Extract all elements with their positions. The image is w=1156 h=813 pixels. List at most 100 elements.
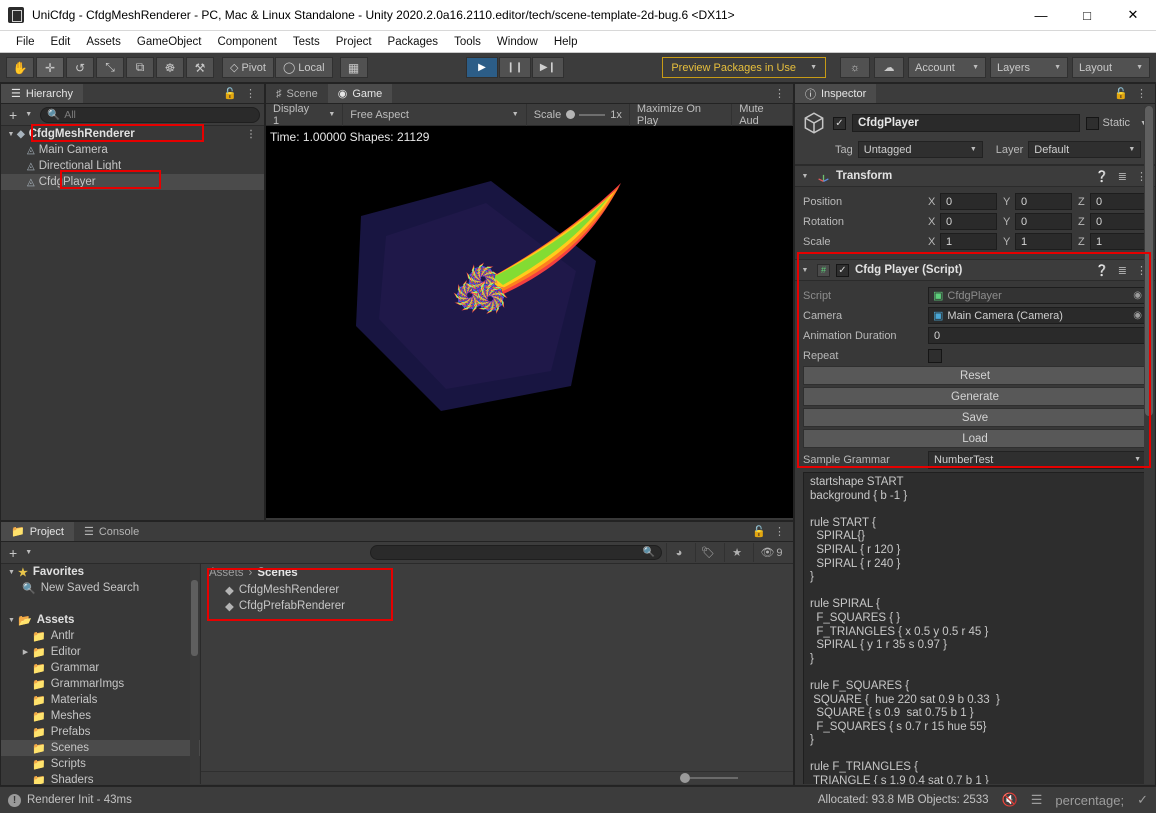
project-tree-scripts[interactable]: 📁 Scripts <box>1 756 200 772</box>
position-z[interactable]: Z0 <box>1078 193 1147 210</box>
rotate-tool-icon[interactable]: ↺ <box>66 57 94 78</box>
pause-button[interactable]: ❙❙ <box>498 57 531 78</box>
project-tree-assets[interactable]: ▼ 📂 Assets <box>1 612 200 628</box>
chevron-down-icon[interactable]: ▼ <box>5 617 18 624</box>
tab-project[interactable]: 📁 Project <box>1 522 74 541</box>
aspect-dropdown[interactable]: Free Aspect ▼ <box>343 103 527 126</box>
kebab-icon[interactable]: ⋮ <box>246 129 256 140</box>
script-enabled-checkbox[interactable]: ✓ <box>836 263 849 277</box>
asset-item-cfdgprefabrenderer[interactable]: ◆ CfdgPrefabRenderer <box>201 598 793 614</box>
kebab-icon[interactable]: ⋮ <box>774 525 785 538</box>
mute-audio-toggle[interactable]: Mute Aud <box>732 103 793 127</box>
camera-field-input[interactable]: ▣ Main Camera (Camera) ◉ <box>928 307 1147 324</box>
lock-icon[interactable]: 🔓 <box>223 87 237 100</box>
maximize-button[interactable]: □ <box>1064 0 1110 31</box>
project-tree-grammar[interactable]: 📁 Grammar <box>1 660 200 676</box>
generate-button[interactable]: Generate <box>803 387 1147 406</box>
minimize-button[interactable]: — <box>1018 0 1064 31</box>
preview-packages-dropdown[interactable]: Preview Packages in Use ▼ <box>662 57 826 78</box>
gameobject-enabled-checkbox[interactable]: ✓ <box>833 116 846 130</box>
project-tree-editor[interactable]: ▶ 📁 Editor <box>1 644 200 660</box>
favorite-filter-icon[interactable]: ★ <box>724 543 749 562</box>
breadcrumb-root[interactable]: Assets <box>209 567 244 579</box>
scale-z[interactable]: Z1 <box>1078 233 1147 250</box>
transform-tool-icon[interactable]: ☸ <box>156 57 184 78</box>
inspector-scrollbar[interactable] <box>1144 106 1154 784</box>
layout-dropdown[interactable]: Layout ▼ <box>1072 57 1150 78</box>
menu-item-edit[interactable]: Edit <box>43 34 79 50</box>
asset-item-cfdgmeshrenderer[interactable]: ◆ CfdgMeshRenderer <box>201 582 793 598</box>
menu-item-window[interactable]: Window <box>489 34 546 50</box>
asset-zoom-slider[interactable] <box>680 773 738 783</box>
static-checkbox[interactable] <box>1085 116 1099 130</box>
save-button[interactable]: Save <box>803 408 1147 427</box>
hierarchy-search-input[interactable]: 🔍 All <box>40 106 260 123</box>
display-dropdown[interactable]: Display 1 ▼ <box>266 103 344 127</box>
project-tree-scenes[interactable]: 📁 Scenes <box>1 740 200 756</box>
hierarchy-item-directional-light[interactable]: ◬ Directional Light <box>1 158 264 174</box>
account-dropdown[interactable]: Account ▼ <box>908 57 986 78</box>
project-tree-prefabs[interactable]: 📁 Prefabs <box>1 724 200 740</box>
scale-slider[interactable]: Scale 1x <box>527 103 630 126</box>
rotation-z-input[interactable]: 0 <box>1090 213 1147 230</box>
scale-z-input[interactable]: 1 <box>1090 233 1147 250</box>
menu-item-component[interactable]: Component <box>209 34 284 50</box>
menu-item-tools[interactable]: Tools <box>446 34 489 50</box>
position-x-input[interactable]: 0 <box>940 193 997 210</box>
step-button[interactable]: ▶❙ <box>531 57 564 78</box>
tab-console[interactable]: ☰ Console <box>73 522 150 541</box>
rotation-y[interactable]: Y0 <box>1003 213 1072 230</box>
local-button[interactable]: ◯ Local <box>274 57 333 78</box>
position-y[interactable]: Y0 <box>1003 193 1072 210</box>
project-tree-meshes[interactable]: 📁 Meshes <box>1 708 200 724</box>
chevron-down-icon[interactable]: ▼ <box>799 173 811 180</box>
scale-y-input[interactable]: 1 <box>1015 233 1072 250</box>
chevron-down-icon[interactable]: ▼ <box>5 131 17 138</box>
tab-hierarchy[interactable]: ☰ Hierarchy <box>1 84 83 103</box>
rotation-x[interactable]: X0 <box>928 213 997 230</box>
hierarchy-add-button[interactable]: + ▼ <box>5 107 36 123</box>
layers-dropdown[interactable]: Layers ▼ <box>990 57 1068 78</box>
chevron-down-icon[interactable]: ▼ <box>799 267 811 274</box>
custom-tool-icon[interactable]: ⚒ <box>186 57 214 78</box>
rotation-x-input[interactable]: 0 <box>940 213 997 230</box>
play-button[interactable]: ▶ <box>465 57 498 78</box>
cfdg-player-script-header[interactable]: ▼ # ✓ Cfdg Player (Script) ❔ ≣ ⋮ <box>795 259 1155 281</box>
position-x[interactable]: X0 <box>928 193 997 210</box>
kebab-icon[interactable]: ⋮ <box>774 87 785 100</box>
project-tree-shaders[interactable]: 📁 Shaders <box>1 772 200 784</box>
asset-zoom-knob[interactable] <box>680 773 690 783</box>
no-preview-icon[interactable]: percentage; <box>1055 793 1124 808</box>
preset-icon[interactable]: ≣ <box>1118 264 1127 277</box>
lighting-icon[interactable]: ☼ <box>840 57 870 78</box>
rect-tool-icon[interactable]: ⧉ <box>126 57 154 78</box>
scale-slider-track[interactable] <box>566 110 606 119</box>
scale-y[interactable]: Y1 <box>1003 233 1072 250</box>
static-toggle[interactable]: Static ▼ <box>1085 116 1147 130</box>
project-tree-materials[interactable]: 📁 Materials <box>1 692 200 708</box>
inspector-scrollbar-thumb[interactable] <box>1145 106 1153 416</box>
breadcrumb-current[interactable]: Scenes <box>257 567 297 579</box>
type-filter-icon[interactable]: ◕ <box>666 543 691 562</box>
menu-item-tests[interactable]: Tests <box>285 34 328 50</box>
menu-item-file[interactable]: File <box>8 34 43 50</box>
status-message-group[interactable]: ! Renderer Init - 43ms <box>8 793 132 807</box>
tab-scene[interactable]: ♯ Scene <box>266 84 328 103</box>
game-render-canvas[interactable]: Time: 1.00000 Shapes: 21129 <box>266 126 793 518</box>
reset-button[interactable]: Reset <box>803 366 1147 385</box>
hierarchy-item-cfdgplayer[interactable]: ◬ CfdgPlayer <box>1 174 264 190</box>
lock-icon[interactable]: 🔓 <box>1114 87 1128 100</box>
repeat-checkbox[interactable] <box>928 348 942 363</box>
sample-grammar-dropdown[interactable]: NumberTest ▼ <box>928 450 1147 469</box>
project-tree-scrollbar[interactable] <box>190 564 199 784</box>
chevron-right-icon[interactable]: ▶ <box>19 648 32 656</box>
tag-dropdown[interactable]: Untagged ▼ <box>857 141 983 158</box>
chevron-down-icon[interactable]: ▼ <box>5 569 18 576</box>
animation-duration-input[interactable]: 0 <box>928 327 1147 344</box>
project-tree-antlr[interactable]: 📁 Antlr <box>1 628 200 644</box>
hierarchy-item-main-camera[interactable]: ◬ Main Camera <box>1 142 264 158</box>
kebab-icon[interactable]: ⋮ <box>245 87 256 100</box>
help-icon[interactable]: ❔ <box>1095 264 1109 277</box>
project-search-input[interactable]: 🔍 <box>370 545 662 560</box>
kebab-icon[interactable]: ⋮ <box>1136 87 1147 100</box>
